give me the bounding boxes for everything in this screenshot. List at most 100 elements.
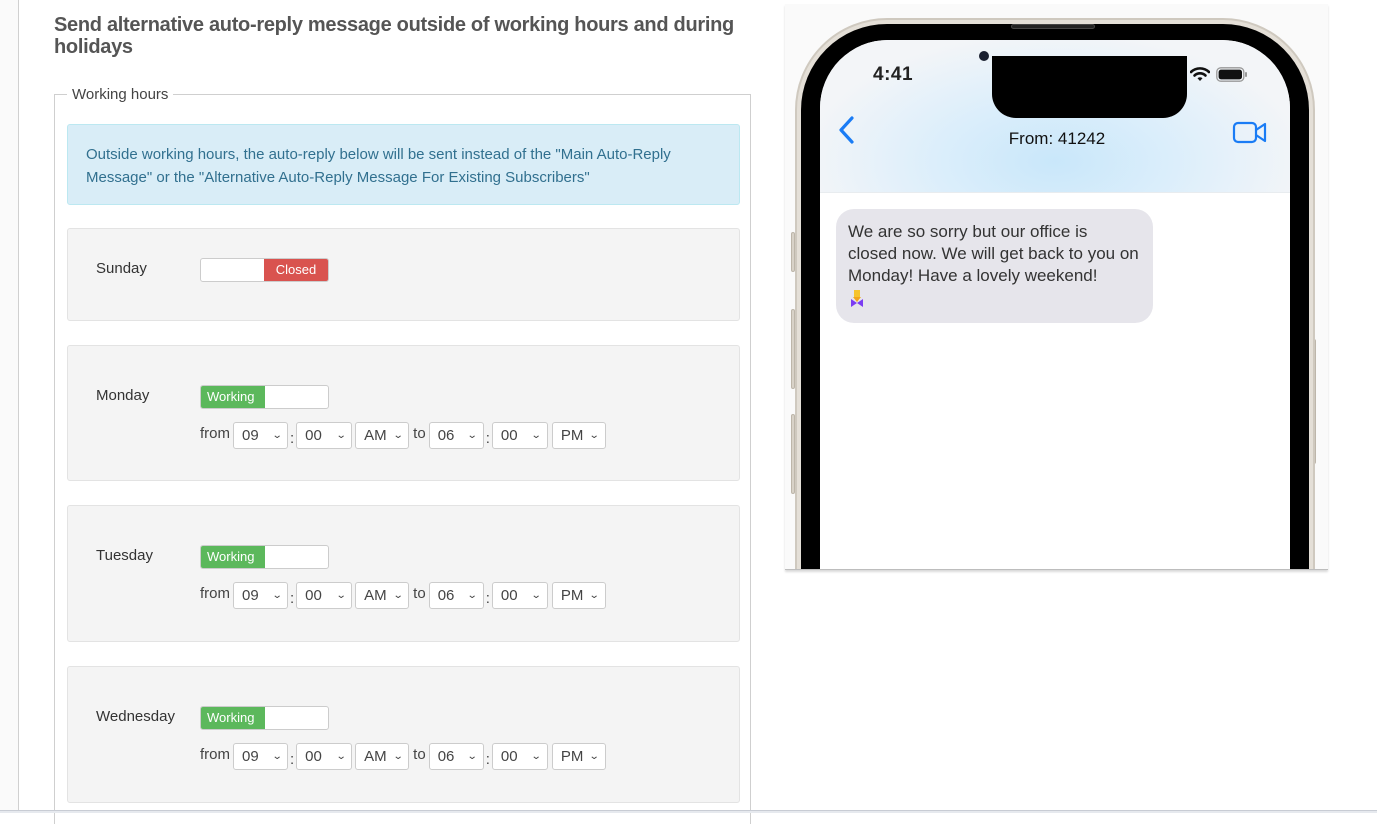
- from-minute-select[interactable]: 00 ⌄: [296, 421, 353, 449]
- time-range-tuesday: from 09 ⌄ : 00 ⌄ AM ⌄ to 06 ⌄ : 00 ⌄ PM ⌄: [200, 581, 606, 609]
- from-hour-select[interactable]: 09 ⌄: [233, 421, 288, 449]
- from-label: from: [200, 424, 230, 442]
- day-label: Wednesday: [96, 708, 175, 725]
- from-minute-select[interactable]: 00 ⌄: [296, 581, 353, 609]
- to-label: to: [413, 745, 426, 763]
- to-minute-select[interactable]: 00 ⌄: [491, 421, 548, 449]
- to-ampm-select[interactable]: PM ⌄: [551, 581, 606, 609]
- select-value: 00: [500, 747, 518, 765]
- ribbon-medal-emoji-icon: [851, 290, 863, 307]
- wifi-icon: [1190, 67, 1210, 81]
- select-value: 00: [305, 586, 322, 604]
- to-hour-select[interactable]: 06 ⌄: [428, 421, 484, 449]
- day-label: Tuesday: [96, 547, 153, 564]
- day-panel-monday: Monday Working from 09 ⌄ : 00 ⌄ AM ⌄ to 06 ⌄…: [67, 345, 740, 481]
- message-text: We are so sorry but our office is closed…: [848, 222, 1139, 285]
- chevron-down-icon: ⌄: [392, 750, 404, 762]
- day-label: Monday: [96, 387, 150, 404]
- colon-separator: :: [485, 429, 490, 447]
- to-hour-select[interactable]: 06 ⌄: [428, 742, 484, 770]
- from-hour-select[interactable]: 09 ⌄: [233, 581, 288, 609]
- select-value: 06: [437, 747, 455, 765]
- status-time: 4:41: [873, 64, 914, 85]
- day-panel-sunday: Sunday Closed: [67, 228, 740, 321]
- working-hours-legend: Working hours: [67, 86, 174, 103]
- select-value: 06: [437, 586, 455, 604]
- page-title: Send alternative auto-reply message outs…: [54, 14, 734, 58]
- info-alert: Outside working hours, the auto-reply be…: [67, 124, 740, 205]
- select-value: PM: [560, 426, 584, 444]
- select-value: AM: [364, 426, 387, 444]
- colon-separator: :: [290, 750, 295, 768]
- colon-separator: :: [485, 750, 490, 768]
- select-value: AM: [364, 586, 387, 604]
- select-value: 09: [242, 426, 259, 444]
- day-panel-wednesday: Wednesday Working from 09 ⌄ : 00 ⌄ AM ⌄ to …: [67, 666, 740, 803]
- select-value: 06: [437, 426, 455, 444]
- select-value: PM: [560, 747, 584, 765]
- colon-separator: :: [290, 429, 295, 447]
- select-value: 09: [242, 747, 259, 765]
- chevron-down-icon: ⌄: [467, 589, 478, 601]
- phone-camera: [979, 51, 989, 61]
- colon-separator: :: [290, 589, 295, 607]
- colon-separator: :: [485, 589, 490, 607]
- phone-speaker: [1011, 24, 1095, 29]
- to-label: to: [413, 424, 426, 442]
- from-ampm-select[interactable]: AM ⌄: [355, 421, 410, 449]
- from-label: from: [200, 584, 230, 602]
- sender-number: From: 41242: [1008, 129, 1106, 148]
- to-label: to: [413, 584, 426, 602]
- status-toggle-tuesday[interactable]: Working: [200, 545, 329, 569]
- phone-screen: 4:41 From: 41242 We are so sorry but our…: [820, 40, 1290, 569]
- chevron-down-icon: ⌄: [335, 589, 347, 601]
- chevron-down-icon: ⌄: [531, 589, 543, 601]
- toggle-closed-state: Closed: [264, 259, 328, 281]
- chevron-down-icon: ⌄: [335, 750, 347, 762]
- status-toggle-monday[interactable]: Working: [200, 385, 329, 409]
- from-label: from: [200, 745, 230, 763]
- chevron-down-icon: ⌄: [531, 429, 543, 441]
- chevron-down-icon: ⌄: [271, 750, 283, 762]
- to-hour-select[interactable]: 06 ⌄: [428, 581, 484, 609]
- status-toggle-wednesday[interactable]: Working: [200, 706, 329, 730]
- from-ampm-select[interactable]: AM ⌄: [355, 742, 410, 770]
- from-ampm-select[interactable]: AM ⌄: [355, 581, 410, 609]
- day-label: Sunday: [96, 260, 147, 277]
- toggle-working-state: Working: [201, 546, 265, 568]
- chevron-down-icon: ⌄: [335, 429, 347, 441]
- phone-notch: [992, 56, 1187, 118]
- time-range-monday: from 09 ⌄ : 00 ⌄ AM ⌄ to 06 ⌄ : 00 ⌄ PM ⌄: [200, 421, 606, 449]
- from-minute-select[interactable]: 00 ⌄: [296, 742, 353, 770]
- working-hours-fieldset: Working hours Outside working hours, the…: [54, 86, 751, 824]
- to-ampm-select[interactable]: PM ⌄: [551, 421, 606, 449]
- to-minute-select[interactable]: 00 ⌄: [491, 581, 548, 609]
- phone-preview: 4:41 From: 41242 We are so sorry but our…: [785, 4, 1328, 570]
- select-value: AM: [364, 747, 387, 765]
- battery-icon: [1216, 67, 1247, 82]
- toggle-working-state: Working: [201, 386, 265, 408]
- select-value: 00: [500, 586, 518, 604]
- chevron-down-icon: ⌄: [271, 429, 283, 441]
- chevron-down-icon: ⌄: [467, 429, 478, 441]
- day-panel-tuesday: Tuesday Working from 09 ⌄ : 00 ⌄ AM ⌄ to 06…: [67, 505, 740, 642]
- from-hour-select[interactable]: 09 ⌄: [233, 742, 288, 770]
- to-minute-select[interactable]: 00 ⌄: [491, 742, 548, 770]
- message-bubble: We are so sorry but our office is closed…: [836, 209, 1153, 323]
- chevron-down-icon: ⌄: [531, 750, 543, 762]
- video-call-icon[interactable]: [1232, 120, 1268, 146]
- chevron-down-icon: ⌄: [392, 589, 404, 601]
- chevron-down-icon: ⌄: [271, 589, 283, 601]
- chevron-down-icon: ⌄: [392, 429, 404, 441]
- status-toggle-sunday[interactable]: Closed: [200, 258, 329, 282]
- to-ampm-select[interactable]: PM ⌄: [551, 742, 606, 770]
- chevron-down-icon: ⌄: [589, 429, 601, 441]
- select-value: 00: [500, 426, 518, 444]
- chevron-down-icon: ⌄: [467, 750, 478, 762]
- select-value: 00: [305, 747, 322, 765]
- select-value: PM: [560, 586, 584, 604]
- select-value: 09: [242, 586, 259, 604]
- chevron-down-icon: ⌄: [589, 750, 601, 762]
- chevron-down-icon: ⌄: [589, 589, 601, 601]
- select-value: 00: [305, 426, 322, 444]
